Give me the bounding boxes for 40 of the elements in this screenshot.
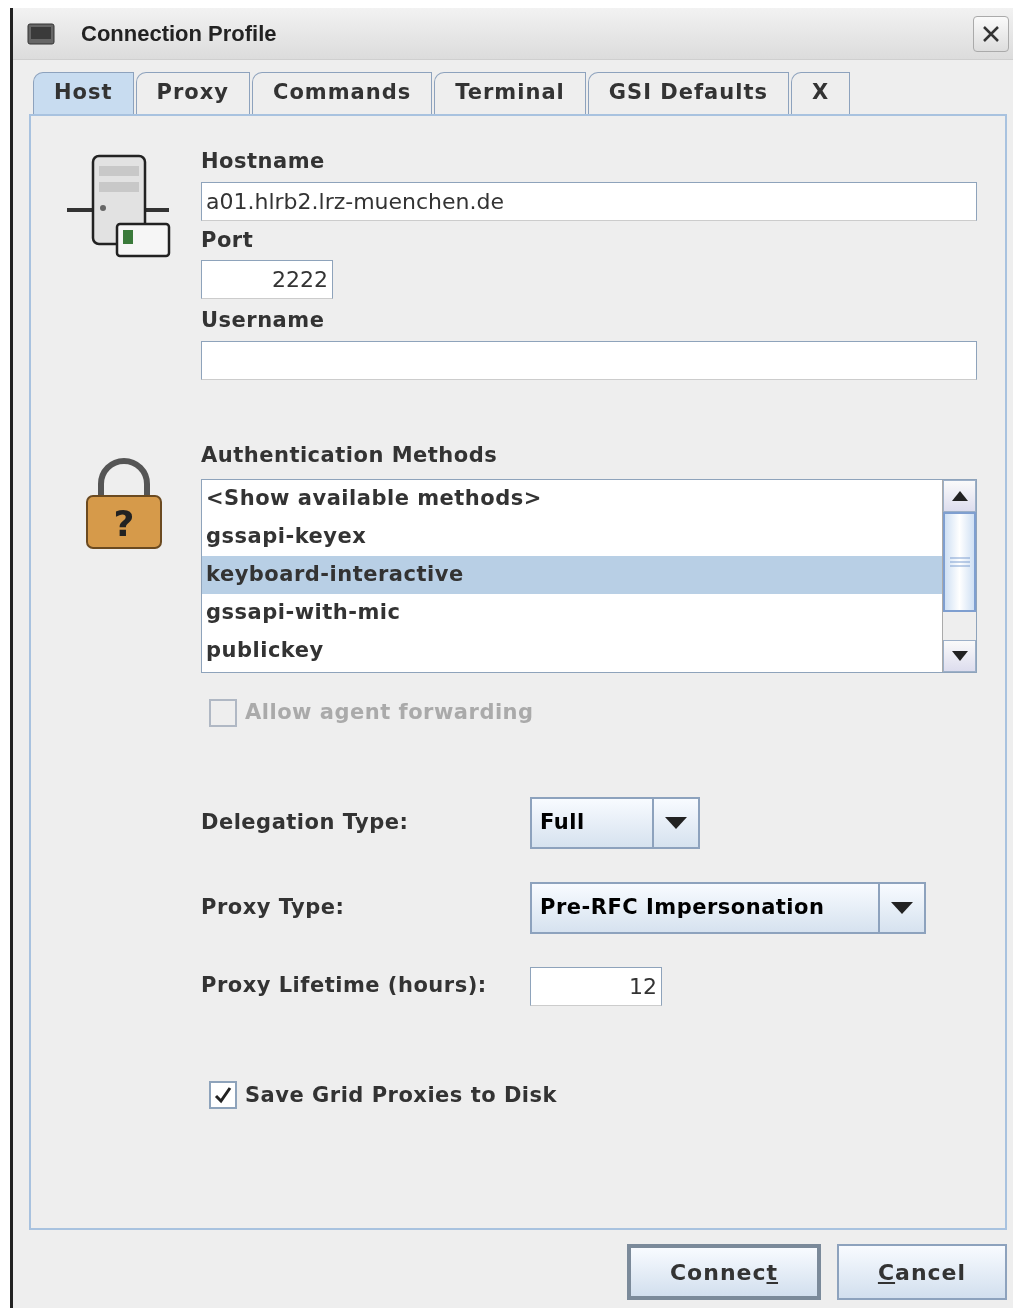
grip-icon — [949, 557, 970, 567]
proxy-lifetime-field[interactable]: 12 — [530, 966, 662, 1006]
list-item[interactable]: gssapi-keyex — [202, 518, 942, 556]
up-arrow-icon[interactable] — [951, 491, 968, 501]
username-field[interactable] — [201, 340, 977, 380]
checkmark-icon — [214, 1086, 232, 1105]
tab[interactable]: Terminal — [434, 72, 586, 114]
dialog-button[interactable]: Cancel — [837, 1244, 1007, 1300]
port-label: Port — [201, 226, 255, 254]
list-item[interactable]: <Show available methods> — [202, 480, 942, 518]
tab[interactable]: Proxy — [135, 72, 250, 114]
delegation-type-dropdown[interactable]: Full — [530, 796, 700, 849]
down-arrow-icon[interactable] — [951, 651, 968, 661]
checkbox-label[interactable]: Save Grid Proxies to Disk — [245, 1079, 558, 1111]
close-icon — [981, 23, 1001, 44]
tab[interactable]: Commands — [251, 72, 433, 114]
hostname-field[interactable]: a01.hlrb2.lrz-muenchen.de — [201, 181, 977, 221]
proxy-type-dropdown[interactable]: Pre-RFC Impersonation — [530, 881, 926, 934]
authentication-label: Authentication Methods — [201, 441, 499, 469]
proxy-type-label: Proxy Type: — [201, 893, 346, 921]
caret-icon — [665, 816, 687, 829]
terminal-icon — [27, 22, 55, 45]
dialog-button[interactable]: Connect — [627, 1244, 821, 1300]
checkbox[interactable] — [209, 1081, 237, 1110]
delegation-type-label: Delegation Type: — [201, 808, 410, 836]
tab[interactable]: Host — [33, 72, 134, 114]
list-item[interactable]: keyboard-interactive — [202, 556, 942, 594]
caret-icon — [891, 901, 913, 914]
window-title: Connection Profile — [81, 20, 278, 48]
list-item[interactable]: publickey — [202, 632, 942, 670]
scrollbar[interactable] — [942, 480, 976, 672]
close-button[interactable] — [973, 15, 1009, 52]
list-item[interactable]: gssapi-with-mic — [202, 594, 942, 632]
proxy-lifetime-label: Proxy Lifetime (hours): — [201, 972, 488, 1000]
hostname-label: Hostname — [201, 148, 326, 175]
username-label: Username — [201, 307, 326, 334]
tab[interactable]: X — [790, 72, 851, 114]
port-field[interactable]: 2222 — [201, 260, 333, 299]
question-mark: ? — [113, 502, 135, 544]
tab[interactable]: GSI Defaults — [587, 72, 789, 114]
